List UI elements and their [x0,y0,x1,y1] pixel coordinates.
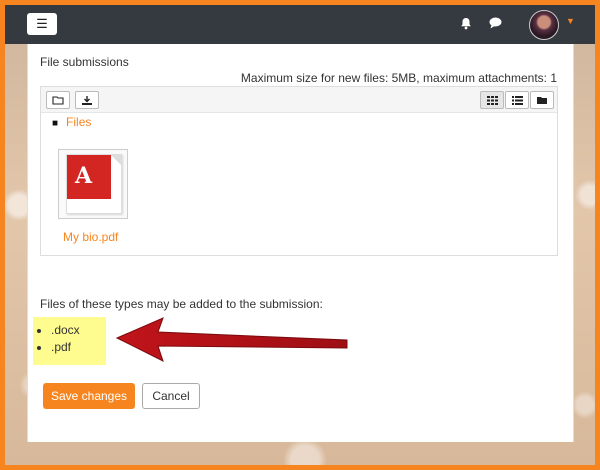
messages-chat-icon[interactable] [489,17,502,32]
cancel-button[interactable]: Cancel [142,383,200,409]
file-name-link[interactable]: My bio.pdf [63,230,118,244]
menu-toggle-button[interactable]: ☰ [27,13,57,35]
view-list-button[interactable] [505,91,529,109]
accepted-types-list: .docx .pdf [33,317,106,356]
accepted-types-highlight: .docx .pdf [33,317,106,365]
max-size-note: Maximum size for new files: 5MB, maximum… [240,71,557,85]
download-icon [82,95,92,105]
annotation-arrow-icon [115,317,348,362]
list-icon [511,95,523,105]
folder-outline-icon [52,96,64,105]
pdf-file-icon: A [66,154,122,214]
create-folder-button[interactable] [46,91,70,109]
file-submissions-label: File submissions [40,55,129,69]
breadcrumb[interactable]: ■ Files [52,115,91,129]
view-icons-button[interactable] [480,91,504,109]
file-manager-toolbar [41,87,557,113]
top-navbar: ☰ ▼ [5,5,595,44]
accepted-types-label: Files of these types may be added to the… [40,297,323,311]
grid-icon [486,95,498,105]
download-button[interactable] [75,91,99,109]
list-item: .pdf [51,339,106,356]
user-menu-caret-icon[interactable]: ▼ [566,16,575,26]
user-avatar[interactable] [529,10,559,40]
file-manager: ■ Files A My bio.pdf [40,86,558,256]
view-tree-button[interactable] [530,91,554,109]
folder-icon: ■ [52,118,59,129]
hamburger-icon: ☰ [36,16,48,31]
save-changes-button[interactable]: Save changes [43,383,135,409]
folder-icon [537,97,547,104]
breadcrumb-files[interactable]: Files [66,115,91,129]
pdf-file-thumbnail[interactable]: A [58,149,128,219]
list-item: .docx [51,322,106,339]
notifications-bell-icon[interactable] [460,17,472,33]
